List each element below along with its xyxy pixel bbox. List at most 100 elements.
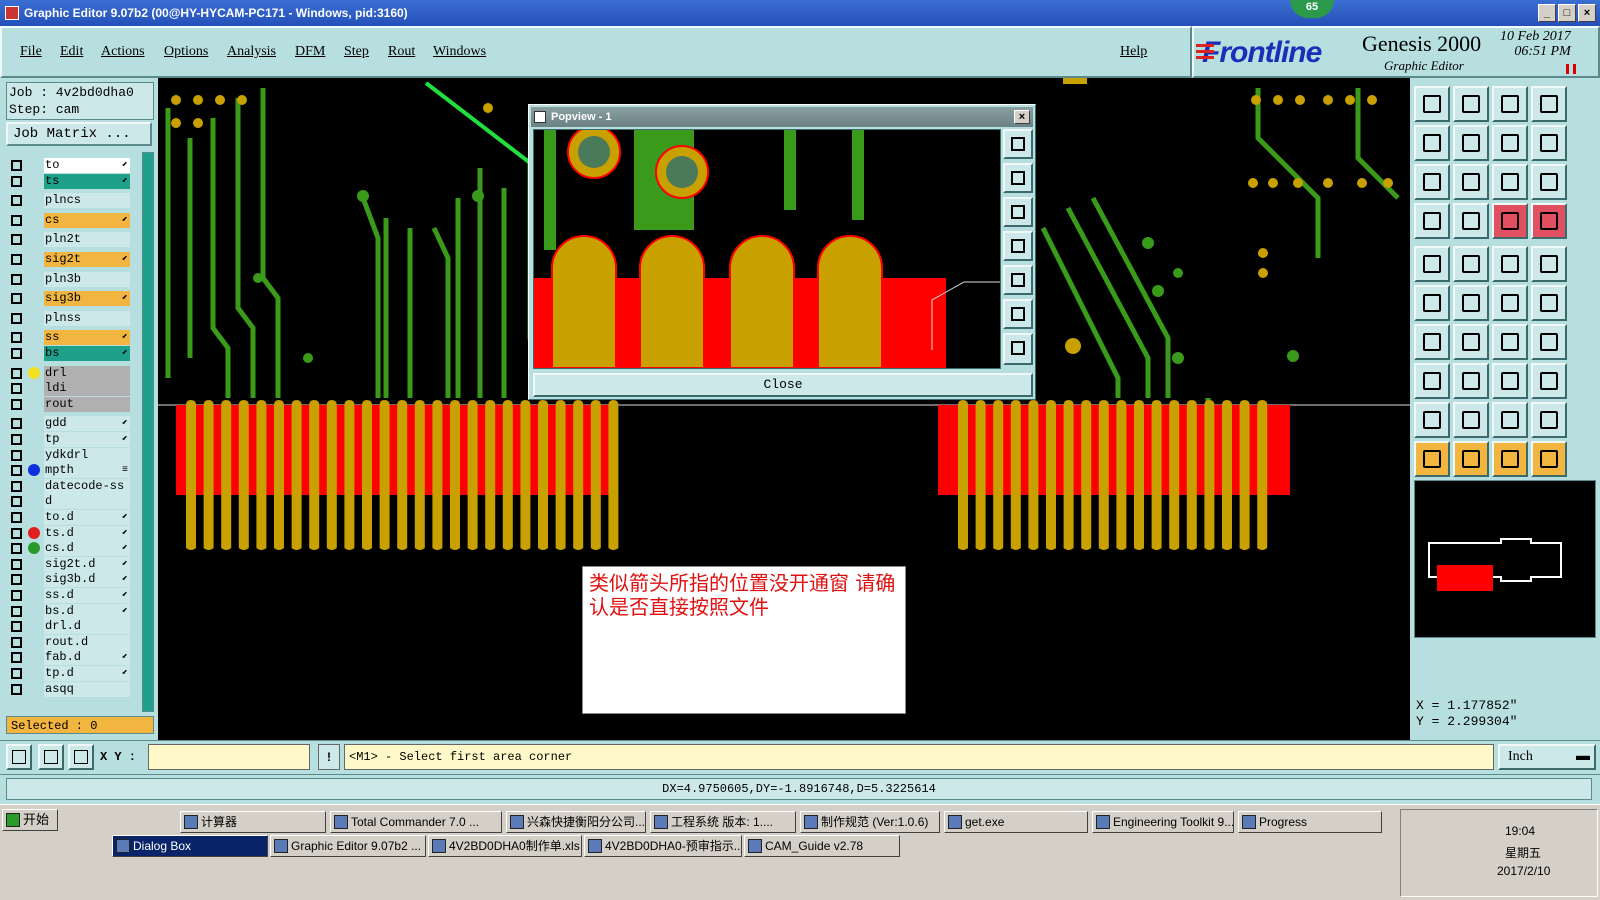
maximize-button[interactable]: □ xyxy=(1558,4,1576,22)
home-tool-button[interactable] xyxy=(1492,86,1528,122)
menu-rout[interactable]: Rout xyxy=(388,44,415,60)
start-button[interactable]: 开始 xyxy=(2,809,58,831)
layer-checkbox[interactable] xyxy=(11,418,22,430)
edit-pad-tool-button[interactable] xyxy=(1414,363,1450,399)
layer-row-ydkdrl[interactable]: ydkdrl xyxy=(8,447,130,463)
layer-checkbox[interactable] xyxy=(11,175,22,187)
measure-tool-button[interactable] xyxy=(1414,203,1450,239)
taskbar-button[interactable]: 计算器 xyxy=(180,811,326,833)
minimize-button[interactable]: _ xyxy=(1538,4,1556,22)
layer-checkbox[interactable] xyxy=(11,254,22,265)
line-tool-button[interactable] xyxy=(1453,203,1489,239)
select-tool-button[interactable] xyxy=(1414,441,1450,477)
layer-checkbox[interactable] xyxy=(11,332,22,344)
menu-actions[interactable]: Actions xyxy=(101,44,145,60)
copy-tool-button[interactable] xyxy=(1531,363,1567,399)
layer-row-to[interactable]: to ⬋ xyxy=(8,158,130,173)
layer-row-ss[interactable]: ss ⬋ xyxy=(8,330,130,346)
query-tool-button[interactable] xyxy=(1531,164,1567,200)
menu-file[interactable]: File xyxy=(20,44,42,60)
layer-checkbox[interactable] xyxy=(11,293,22,305)
minus-tool-button[interactable] xyxy=(1453,363,1489,399)
popview-tool-button[interactable] xyxy=(1003,129,1033,159)
layer-b-tool-button[interactable] xyxy=(1531,203,1567,239)
layer-checkbox[interactable] xyxy=(11,621,22,633)
layer-checkbox[interactable] xyxy=(11,195,22,207)
save-tool-button[interactable] xyxy=(1453,86,1489,122)
layer-row-pln2t[interactable]: pln2t xyxy=(8,232,130,248)
layer-checkbox[interactable] xyxy=(11,434,22,445)
mirror-tool-button[interactable] xyxy=(1492,125,1528,161)
popview-tool-button[interactable] xyxy=(1003,163,1033,193)
job-matrix-button[interactable]: Job Matrix ... xyxy=(6,122,152,146)
layer-checkbox[interactable] xyxy=(11,605,22,617)
layer-row-ts-d[interactable]: ts.d ⬋ xyxy=(8,525,130,541)
layer-checkbox[interactable] xyxy=(11,527,22,539)
fit-tool-button[interactable] xyxy=(1414,164,1450,200)
popview-tool-button[interactable] xyxy=(1003,333,1033,365)
layer-row-bs-d[interactable]: bs.d ⬋ xyxy=(8,603,130,619)
diagonal-tool-button[interactable] xyxy=(1453,324,1489,360)
layer-checkbox[interactable] xyxy=(11,652,22,664)
menu-help[interactable]: Help xyxy=(1120,44,1147,60)
layer-row-plnss[interactable]: plnss xyxy=(8,310,130,326)
taskbar-button[interactable]: Dialog Box xyxy=(112,835,268,857)
layer-row-to-d[interactable]: to.d ⬋ xyxy=(8,510,130,525)
arc-tool-button[interactable] xyxy=(1531,402,1567,438)
layer-checkbox[interactable] xyxy=(11,558,22,570)
layer-checkbox[interactable] xyxy=(11,574,22,586)
layer-checkbox[interactable] xyxy=(11,398,22,410)
taskbar-button[interactable]: Progress xyxy=(1238,811,1382,833)
layer-row-sig3b-d[interactable]: sig3b.d ⬋ xyxy=(8,572,130,588)
layer-row-plncs[interactable]: plncs xyxy=(8,193,130,209)
close-window-button[interactable]: × xyxy=(1578,4,1596,22)
triangle-tool-button[interactable] xyxy=(1414,402,1450,438)
taskbar-button[interactable]: Graphic Editor 9.07b2 ... xyxy=(270,835,426,857)
layer-row-gdd[interactable]: gdd ⬋ xyxy=(8,416,130,432)
taskbar-button[interactable]: 兴森快捷衡阳分公司... xyxy=(506,811,646,833)
taskbar-button[interactable]: CAM_Guide v2.78 xyxy=(744,835,900,857)
layer-checkbox[interactable] xyxy=(11,449,22,461)
layer-checkbox[interactable] xyxy=(11,636,22,648)
route-tool-button[interactable] xyxy=(1531,441,1567,477)
flip-tool-button[interactable] xyxy=(1453,246,1489,282)
rotate-tool-button[interactable] xyxy=(1492,324,1528,360)
taskbar-button[interactable]: Engineering Toolkit 9.... xyxy=(1092,811,1234,833)
layer-row-sig2t[interactable]: sig2t ⬋ xyxy=(8,252,130,267)
layer-checkbox[interactable] xyxy=(11,273,22,285)
layer-row-tp[interactable]: tp ⬋ xyxy=(8,432,130,447)
menu-options[interactable]: Options xyxy=(164,44,208,60)
layer-checkbox[interactable] xyxy=(11,348,22,359)
pause-icon[interactable] xyxy=(1566,64,1576,74)
layer-row-ts[interactable]: ts ⬋ xyxy=(8,173,130,189)
info-icon[interactable]: ! xyxy=(318,744,340,770)
measure-button[interactable] xyxy=(38,744,64,770)
layer-checkbox[interactable] xyxy=(11,480,22,492)
layer-checkbox[interactable] xyxy=(11,214,22,226)
layer-checkbox[interactable] xyxy=(11,383,22,395)
select-box-tool-button[interactable] xyxy=(1453,441,1489,477)
popview-close-button[interactable]: Close xyxy=(533,373,1033,397)
layer-row-datecode-ss[interactable]: datecode-ss xyxy=(8,478,130,494)
layer-row-rout-d[interactable]: rout.d xyxy=(8,634,130,650)
taskbar-button[interactable]: 4V2BD0DHA0制作单.xls ... xyxy=(428,835,582,857)
layer-a-tool-button[interactable] xyxy=(1492,203,1528,239)
taskbar-button[interactable]: 4V2BD0DHA0-预审指示.... xyxy=(584,835,742,857)
open-tool-button[interactable] xyxy=(1414,86,1450,122)
zoom-center-tool-button[interactable] xyxy=(1453,164,1489,200)
grid-button[interactable] xyxy=(68,744,94,770)
move-right-tool-button[interactable] xyxy=(1453,125,1489,161)
spread-tool-button[interactable] xyxy=(1531,125,1567,161)
layer-row-rout[interactable]: rout xyxy=(8,396,130,412)
layer-checkbox[interactable] xyxy=(11,367,22,379)
fill-tool-button[interactable] xyxy=(1531,246,1567,282)
layer-checkbox[interactable] xyxy=(11,512,22,523)
triangle-a-tool-button[interactable] xyxy=(1453,402,1489,438)
align-tool-button[interactable] xyxy=(1531,324,1567,360)
taskbar-button[interactable]: Total Commander 7.0 ... xyxy=(330,811,502,833)
layer-row-drl-d[interactable]: drl.d xyxy=(8,619,130,635)
one-to-one-tool-button[interactable] xyxy=(1492,164,1528,200)
units-select[interactable]: Inch ▬ xyxy=(1498,744,1596,770)
layer-checkbox[interactable] xyxy=(11,465,22,477)
angle-tool-button[interactable] xyxy=(1414,324,1450,360)
